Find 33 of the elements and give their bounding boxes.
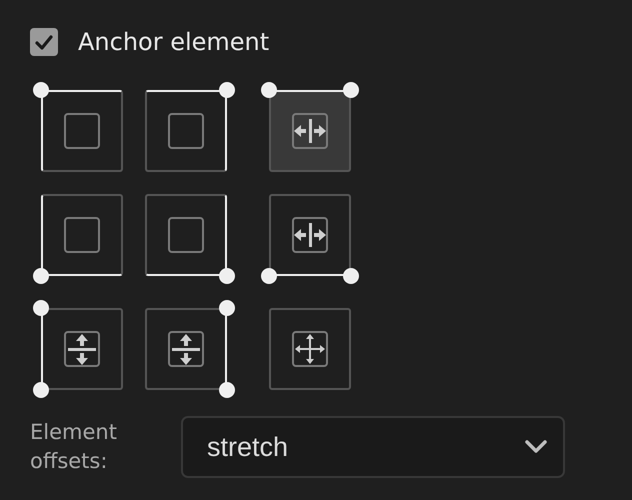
vertical-arrows-icon [64,331,100,367]
horizontal-arrows-icon [292,113,328,149]
vertical-arrows-icon [168,331,204,367]
chevron-down-icon [525,440,547,454]
checkbox-label: Anchor element [78,28,270,56]
square-icon [168,113,204,149]
offsets-label: Element offsets: [30,419,118,475]
anchor-button[interactable] [41,194,123,276]
anchor-dot [33,268,49,284]
anchor-dot [261,268,277,284]
anchor-dot [219,382,235,398]
anchor-dot [219,268,235,284]
anchor-dot [219,82,235,98]
horizontal-arrows-icon [292,217,328,253]
move-arrows-icon [292,331,328,367]
anchor-button[interactable] [269,308,351,390]
anchor-dot [261,82,277,98]
checkmark-icon [35,34,53,50]
anchor-button[interactable] [269,194,351,276]
offsets-dropdown[interactable]: stretch [181,416,565,478]
square-icon [64,113,100,149]
anchor-dot [33,300,49,316]
anchor-button[interactable] [145,308,227,390]
anchor-button[interactable] [41,308,123,390]
anchor-dot [343,82,359,98]
anchor-dot [33,82,49,98]
checkbox[interactable] [30,28,58,56]
square-icon [64,217,100,253]
anchor-dot [219,300,235,316]
anchor-button[interactable] [145,194,227,276]
square-icon [168,217,204,253]
anchor-dot [343,268,359,284]
anchor-dot [33,382,49,398]
